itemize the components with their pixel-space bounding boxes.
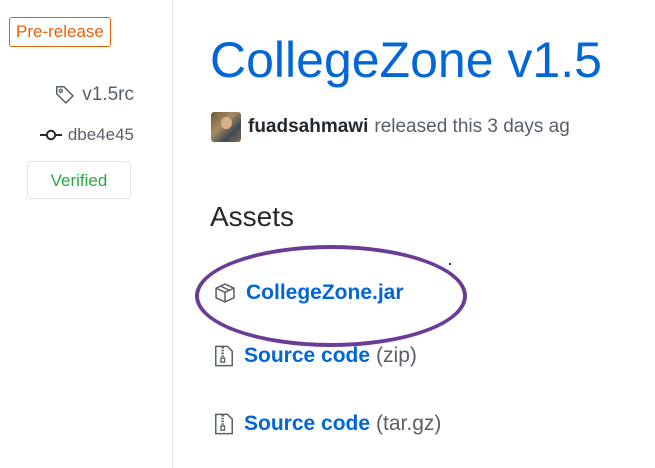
asset-name: CollegeZone.jar (246, 281, 404, 304)
asset-link-source-zip[interactable]: Source code (zip) (214, 344, 417, 368)
git-commit-icon (39, 129, 62, 141)
release-byline: fuadsahmawi released this 3 days ag (211, 112, 570, 142)
assets-heading: Assets (210, 201, 295, 232)
package-icon (215, 283, 235, 303)
tag-name: v1.5rc (82, 84, 134, 105)
asset-name: Source code (244, 344, 371, 367)
asset-link-source-targz[interactable]: Source code (tar.gz) (214, 412, 441, 436)
author-link[interactable]: fuadsahmawi (248, 116, 368, 138)
prerelease-badge: Pre-release (9, 17, 111, 47)
asset-format: (tar.gz) (376, 412, 442, 435)
verified-badge[interactable]: Verified (27, 161, 131, 199)
file-zip-icon (214, 413, 234, 435)
stray-mark (449, 263, 451, 265)
released-text: released this 3 days ag (374, 116, 570, 137)
release-page: Pre-release v1.5rc dbe4e45 Verified Coll… (0, 0, 655, 468)
file-zip-icon (214, 345, 234, 367)
asset-link-jar[interactable]: CollegeZone.jar (214, 281, 404, 305)
commit-sha: dbe4e45 (67, 125, 134, 144)
tag-icon (56, 85, 74, 104)
tag-link[interactable]: v1.5rc (54, 84, 134, 106)
asset-name: Source code (244, 412, 371, 435)
release-title[interactable]: CollegeZone v1.5 (210, 28, 602, 92)
avatar[interactable] (211, 112, 241, 142)
asset-format: (zip) (376, 344, 417, 367)
commit-link[interactable]: dbe4e45 (39, 125, 134, 145)
release-meta-column: Pre-release v1.5rc dbe4e45 Verified (0, 0, 173, 468)
